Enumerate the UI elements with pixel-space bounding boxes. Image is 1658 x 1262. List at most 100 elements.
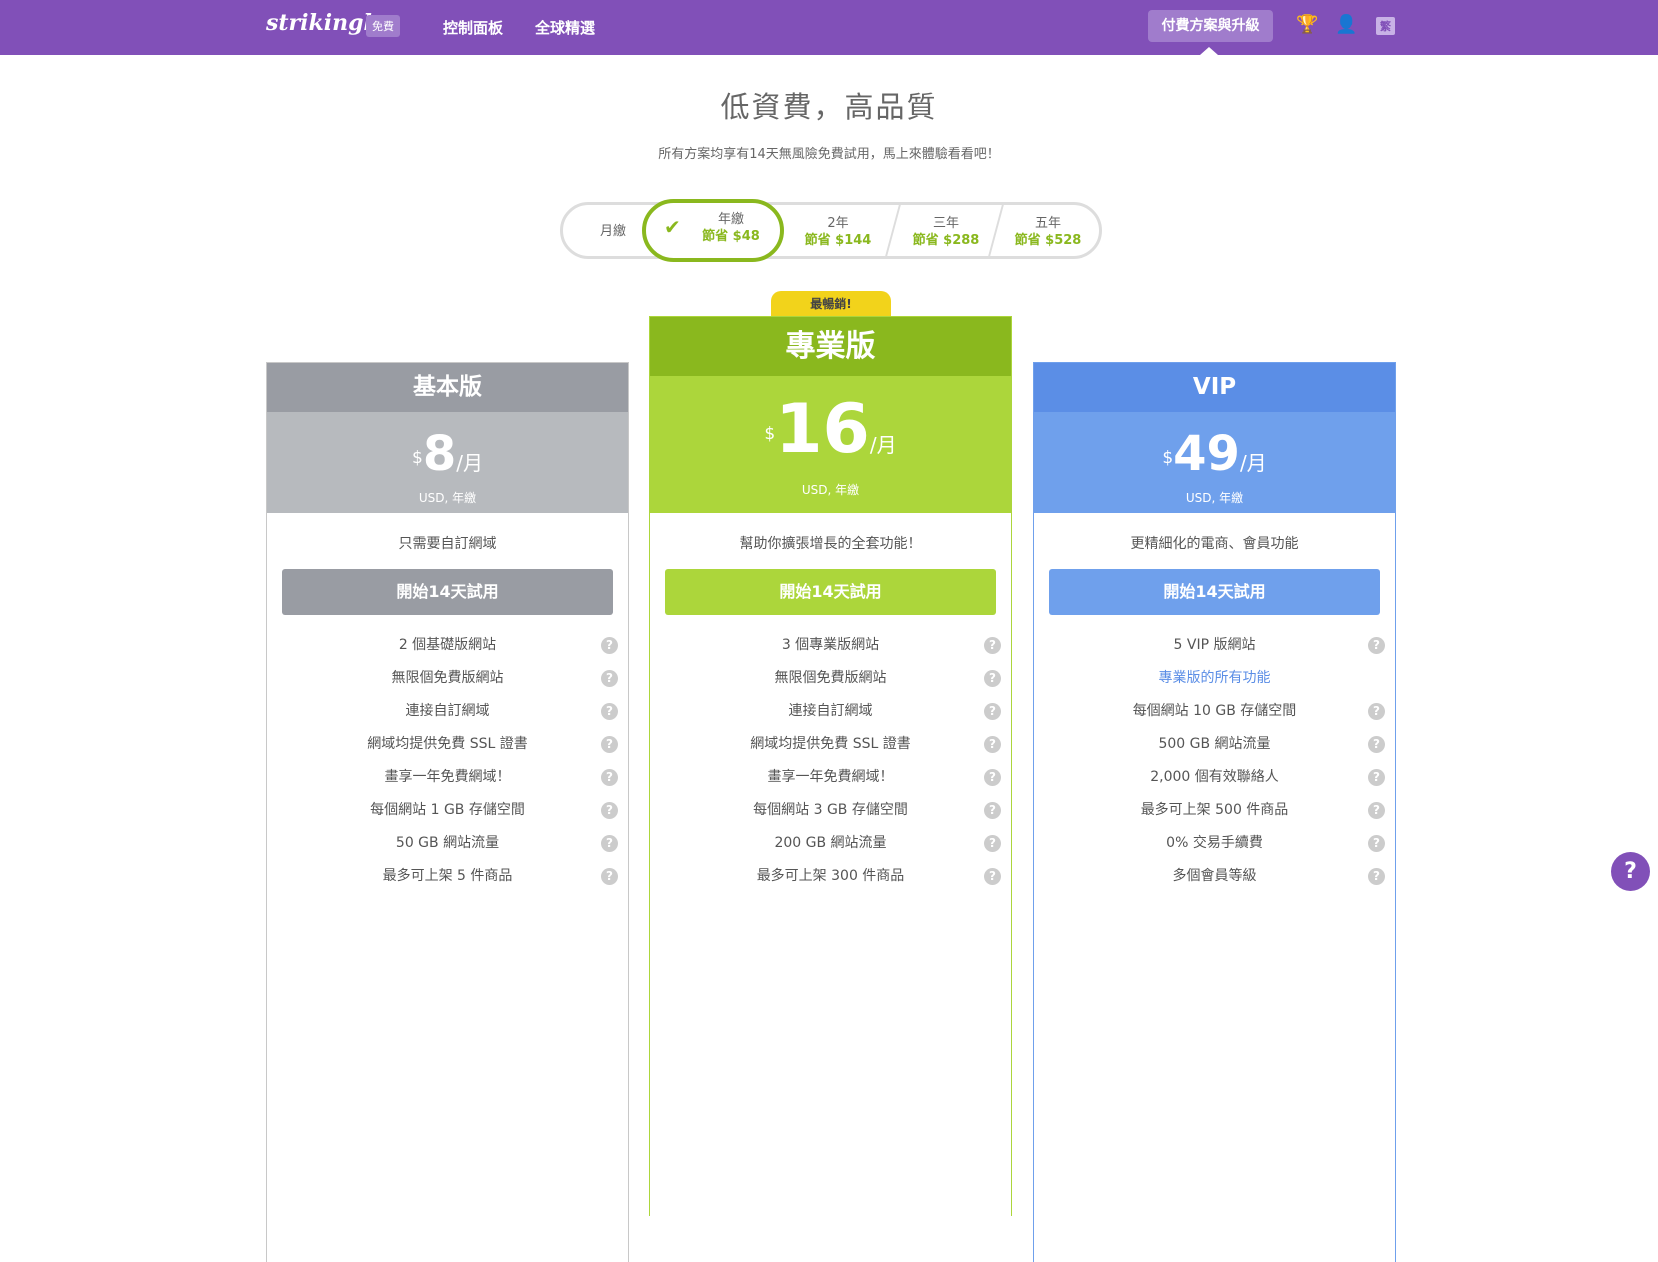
- billing-2year[interactable]: 2年 節省 $144: [788, 205, 888, 256]
- price-period: /月: [456, 451, 483, 475]
- plan-description: 幫助你擴張增長的全套功能！: [739, 536, 922, 552]
- nav-dashboard[interactable]: 控制面板: [443, 17, 503, 38]
- feature-label: 畫享一年免費網域！: [767, 769, 894, 785]
- currency: $: [412, 448, 423, 468]
- billing-note: USD, 年繳: [801, 483, 860, 497]
- start-trial-button[interactable]: 開始14天試用: [1049, 569, 1380, 615]
- start-trial-button[interactable]: 開始14天試用: [282, 569, 613, 615]
- help-button[interactable]: ?: [1611, 852, 1650, 891]
- feature-label: 連接自訂網域: [788, 703, 873, 719]
- plan-name: VIP: [1034, 363, 1395, 412]
- help-circle-icon[interactable]: ?: [984, 736, 1001, 753]
- price-period: /月: [1239, 451, 1267, 475]
- upgrade-button[interactable]: 付費方案與升級: [1148, 10, 1273, 42]
- help-circle-icon[interactable]: ?: [1368, 868, 1385, 885]
- option-label: 三年: [932, 216, 959, 231]
- feature-item: 5 VIP 版網站?: [1034, 629, 1395, 662]
- feature-label: 最多可上架 500 件商品: [1140, 802, 1289, 818]
- help-circle-icon[interactable]: ?: [1368, 802, 1385, 819]
- option-label: 五年: [1034, 216, 1061, 231]
- help-circle-icon[interactable]: ?: [601, 670, 618, 687]
- plan-description: 只需要自訂網域: [398, 536, 497, 552]
- feature-item: 多個會員等級?: [1034, 860, 1395, 893]
- feature-label: 每個網站 10 GB 存儲空間: [1132, 703, 1297, 719]
- plan-card-basic: 基本版 $8/月 USD, 年繳 只需要自訂網域 開始14天試用 2 個基礎版網…: [266, 362, 629, 1262]
- billing-monthly[interactable]: 月繳: [583, 205, 643, 256]
- help-circle-icon[interactable]: ?: [601, 769, 618, 786]
- option-save: 節省 $288: [912, 233, 980, 248]
- help-circle-icon[interactable]: ?: [984, 868, 1001, 885]
- plan-card-vip: VIP $49/月 USD, 年繳 更精細化的電商、會員功能 開始14天試用 5…: [1033, 362, 1396, 1262]
- feature-item: 無限個免費版網站?: [267, 662, 628, 695]
- help-circle-icon[interactable]: ?: [1368, 736, 1385, 753]
- help-circle-icon[interactable]: ?: [601, 736, 618, 753]
- help-circle-icon[interactable]: ?: [984, 835, 1001, 852]
- feature-label: 2,000 個有效聯絡人: [1150, 769, 1279, 785]
- plan-price: $49/月 USD, 年繳: [1034, 412, 1395, 513]
- option-save: 節省 $528: [1014, 233, 1082, 248]
- feature-item: 50 GB 網站流量?: [267, 827, 628, 860]
- help-circle-icon[interactable]: ?: [984, 802, 1001, 819]
- feature-label: 每個網站 3 GB 存儲空間: [753, 802, 908, 818]
- feature-item: 連接自訂網域?: [650, 695, 1011, 728]
- help-circle-icon[interactable]: ?: [601, 802, 618, 819]
- billing-toggle: 月繳 ✔ 年繳 節省 $48 2年 節省 $144 三年節省 $288 五年節省 $…: [560, 199, 1102, 262]
- billing-annual[interactable]: ✔ 年繳 節省 $48: [642, 199, 784, 262]
- feature-label: 最多可上架 300 件商品: [756, 868, 905, 884]
- feature-item: 每個網站 3 GB 存儲空間?: [650, 794, 1011, 827]
- help-circle-icon[interactable]: ?: [601, 868, 618, 885]
- check-icon: ✔: [664, 215, 681, 239]
- plan-name: 基本版: [267, 363, 628, 412]
- plan-name: 專業版: [650, 317, 1011, 376]
- start-trial-button[interactable]: 開始14天試用: [665, 569, 996, 615]
- feature-label: 無限個免費版網站: [391, 670, 504, 686]
- feature-label: 5 VIP 版網站: [1173, 637, 1256, 653]
- feature-item: 500 GB 網站流量?: [1034, 728, 1395, 761]
- help-circle-icon[interactable]: ?: [601, 637, 618, 654]
- feature-label: 500 GB 網站流量: [1158, 736, 1271, 752]
- language-switch[interactable]: 繁: [1376, 17, 1395, 35]
- help-circle-icon[interactable]: ?: [1368, 835, 1385, 852]
- price-period: /月: [869, 433, 897, 457]
- feature-item: 2,000 個有效聯絡人?: [1034, 761, 1395, 794]
- feature-label: 網域均提供免費 SSL 證書: [367, 736, 528, 752]
- billing-3year[interactable]: 三年節省 $288: [896, 205, 996, 256]
- feature-item: 專業版的所有功能: [1034, 662, 1395, 695]
- plan-description: 更精細化的電商、會員功能: [1130, 536, 1299, 552]
- feature-item: 網域均提供免費 SSL 證書?: [650, 728, 1011, 761]
- currency: $: [764, 424, 776, 444]
- option-label: 年繳: [717, 212, 744, 227]
- help-circle-icon[interactable]: ?: [1368, 703, 1385, 720]
- feature-label: 3 個專業版網站: [781, 637, 880, 653]
- active-caret: [1200, 47, 1218, 55]
- help-circle-icon[interactable]: ?: [984, 670, 1001, 687]
- help-circle-icon[interactable]: ?: [984, 703, 1001, 720]
- billing-5year[interactable]: 五年節省 $528: [998, 205, 1098, 256]
- option-label: 月繳: [599, 224, 626, 239]
- help-circle-icon[interactable]: ?: [1368, 769, 1385, 786]
- help-circle-icon[interactable]: ?: [984, 769, 1001, 786]
- help-circle-icon[interactable]: ?: [601, 703, 618, 720]
- plan-price: $8/月 USD, 年繳: [267, 412, 628, 513]
- feature-item: 2 個基礎版網站?: [267, 629, 628, 662]
- top-nav: strikingly 免費 控制面板 全球精選 付費方案與升級 🏆 👤 繁: [0, 0, 1658, 55]
- feature-label: 200 GB 網站流量: [774, 835, 887, 851]
- user-icon[interactable]: 👤: [1335, 14, 1357, 35]
- price-amount: 49: [1173, 426, 1240, 482]
- plan-card-pro: 專業版 $16/月 USD, 年繳 幫助你擴張增長的全套功能！ 開始14天試用 …: [649, 316, 1012, 1216]
- feature-item: 畫享一年免費網域！?: [267, 761, 628, 794]
- option-save: 節省 $144: [804, 233, 872, 248]
- help-circle-icon[interactable]: ?: [1368, 637, 1385, 654]
- feature-label: 50 GB 網站流量: [395, 835, 500, 851]
- help-circle-icon[interactable]: ?: [984, 637, 1001, 654]
- trophy-icon[interactable]: 🏆: [1296, 14, 1318, 35]
- feature-label[interactable]: 專業版的所有功能: [1159, 670, 1271, 686]
- feature-label: 每個網站 1 GB 存儲空間: [370, 802, 525, 818]
- help-circle-icon[interactable]: ?: [601, 835, 618, 852]
- page-title: 低資費，高品質: [720, 90, 938, 124]
- nav-discover[interactable]: 全球精選: [535, 17, 595, 38]
- feature-item: 每個網站 1 GB 存儲空間?: [267, 794, 628, 827]
- price-amount: 16: [775, 390, 870, 469]
- feature-item: 每個網站 10 GB 存儲空間?: [1034, 695, 1395, 728]
- plan-badge: 免費: [366, 15, 400, 37]
